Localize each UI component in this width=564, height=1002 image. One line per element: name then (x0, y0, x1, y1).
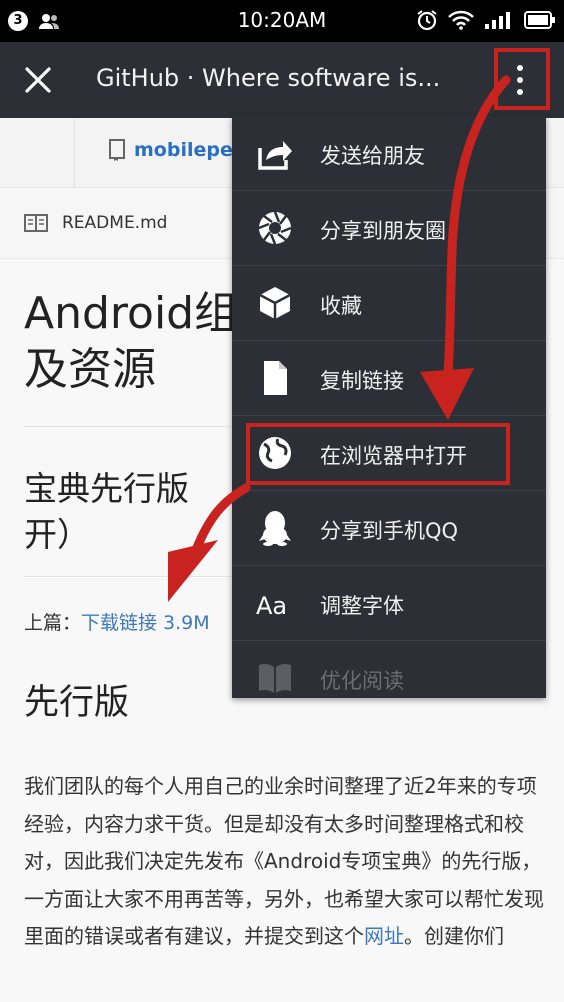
download-link[interactable]: 下载链接 3.9M (81, 612, 210, 634)
font-size-icon: Aa (256, 592, 287, 620)
menu-item-adjust-font[interactable]: Aa 调整字体 (232, 566, 546, 641)
alarm-icon (417, 10, 437, 31)
repo-link-text: mobileper (134, 139, 243, 161)
battery-icon (524, 11, 555, 29)
article-paragraph: 我们团队的每个人用自己的业余时间整理了近2年来的专项经验，内容力求干货。但是却没… (24, 768, 544, 956)
favorite-cube-icon (259, 287, 291, 319)
menu-item-label: 复制链接 (320, 369, 404, 393)
open-in-browser-highlight (246, 423, 510, 485)
status-icons (416, 9, 556, 31)
menu-item-label: 分享到手机QQ (320, 519, 459, 543)
signal-icon (485, 12, 510, 29)
menu-item-label: 分享到朋友圈 (320, 219, 446, 243)
close-icon (25, 67, 51, 93)
paragraph-text: 我们团队的每个人用自己的业余时间整理了近2年来的专项经验，内容力求干货。但是却没… (24, 774, 544, 948)
menu-item-favorite[interactable]: 收藏 (232, 266, 546, 341)
wifi-icon (448, 10, 474, 30)
svg-text:Aa: Aa (256, 592, 287, 620)
title-bar: GitHub · Where software is... (0, 42, 564, 118)
menu-item-label: 优化阅读 (320, 669, 404, 693)
paragraph-text-tail: 。创建你们 (404, 924, 504, 948)
more-button-highlight (494, 48, 550, 110)
moments-icon (258, 211, 292, 245)
status-bar: 3 10:20AM (0, 0, 564, 42)
menu-item-label: 调整字体 (320, 594, 404, 618)
readme-label: README.md (62, 213, 168, 233)
previous-link-line: 上篇：下载链接 3.9M (24, 608, 210, 635)
page-title: GitHub · Where software is... (96, 64, 441, 92)
menu-item-send-to-friend[interactable]: 发送给朋友 (232, 116, 546, 191)
book-icon (259, 663, 291, 693)
close-button[interactable] (18, 60, 58, 100)
menu-item-label: 收藏 (320, 294, 362, 318)
url-link[interactable]: 网址 (364, 924, 404, 948)
options-menu: 发送给朋友 分享到朋友圈 收藏 复制链接 在浏览器中打开 分享到手机QQ Aa … (232, 116, 546, 698)
menu-item-label: 发送给朋友 (320, 144, 425, 168)
previous-label: 上篇： (24, 612, 82, 634)
menu-item-copy-link[interactable]: 复制链接 (232, 341, 546, 416)
menu-item-share-qq[interactable]: 分享到手机QQ (232, 491, 546, 566)
menu-item-share-moments[interactable]: 分享到朋友圈 (232, 191, 546, 266)
repo-link[interactable]: mobileper (108, 138, 242, 162)
menu-item-optimize-reading[interactable]: 优化阅读 (232, 641, 546, 698)
copy-link-icon (264, 361, 287, 395)
subsection-heading: 先行版 (24, 683, 130, 723)
qq-penguin-icon (259, 511, 291, 546)
share-icon (258, 141, 292, 170)
readme-book-icon (24, 214, 48, 232)
book-repo-icon (109, 139, 125, 161)
divider (74, 118, 75, 188)
